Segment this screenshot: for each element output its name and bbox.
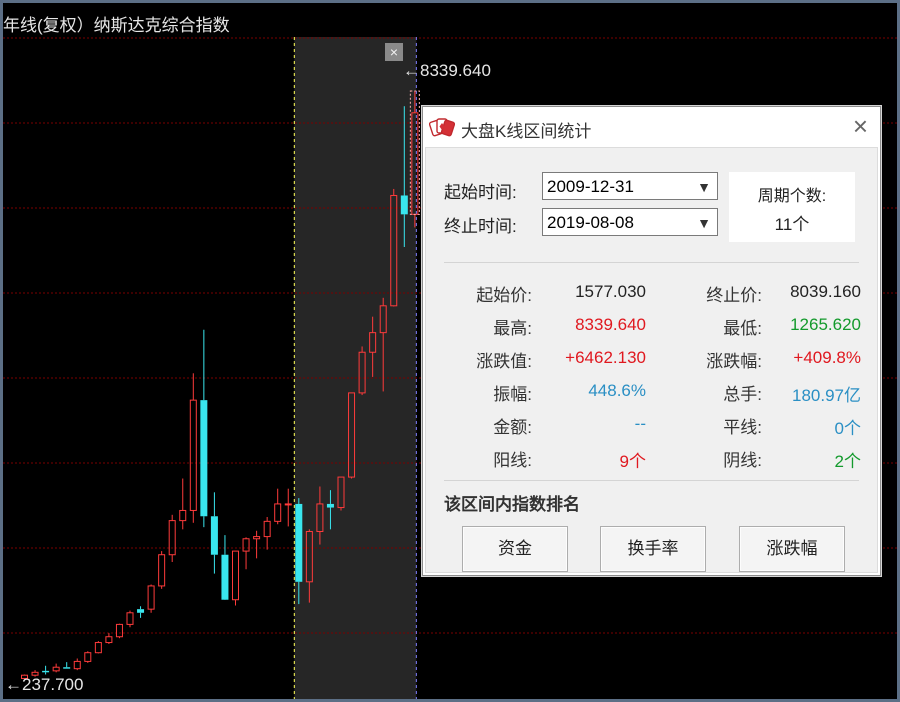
divider: [444, 480, 859, 481]
period-count-label: 周期个数:: [757, 188, 827, 205]
change-value: +6462.130: [565, 348, 646, 367]
candle-body: [158, 554, 166, 587]
candle-body: [200, 400, 208, 517]
start-price-label: 起始价:: [476, 286, 532, 305]
yang-label: 阳线:: [493, 451, 532, 470]
amplitude-value: 448.6%: [588, 381, 646, 400]
high-label: 最高:: [493, 319, 532, 338]
candle-body: [63, 667, 71, 669]
volume-value: 180.97亿: [792, 386, 861, 405]
end-price-value: 8039.160: [790, 282, 861, 301]
candle-body: [137, 609, 145, 613]
dialog-close-icon[interactable]: ×: [853, 113, 868, 139]
yin-label: 阴线:: [723, 451, 762, 470]
start-price-value: 1577.030: [575, 282, 646, 301]
low-label: 最低:: [723, 319, 762, 338]
candle-body: [179, 509, 187, 522]
candle-body: [210, 516, 218, 555]
candle-body: [263, 520, 271, 538]
period-count-value: 11个: [774, 215, 810, 234]
candle-body: [168, 520, 176, 556]
candle-body: [274, 503, 282, 522]
candle-body: [84, 652, 92, 662]
candle-body: [284, 503, 292, 506]
dialog-titlebar[interactable]: 大盘K线区间统计 ×: [423, 107, 880, 147]
cards-logo-icon: [429, 118, 455, 137]
high-price-label: ←8339.640: [403, 61, 491, 80]
chart-title: 年线(复权）纳斯达克综合指数: [3, 16, 230, 35]
chart-window: 年线(复权）纳斯达克综合指数 × ←8339.640 ←237.700 大盘K线…: [0, 0, 900, 702]
candle-body: [126, 612, 134, 625]
dialog-body: 起始时间: 2009-12-31 ▼ 终止时间: 2019-08-08 ▼ 周期…: [425, 147, 878, 573]
high-value: 8339.640: [575, 315, 646, 334]
dialog-title: 大盘K线区间统计: [461, 122, 592, 141]
candle-body: [253, 536, 261, 540]
amount-value: --: [634, 414, 646, 433]
chevron-down-icon[interactable]: ▼: [697, 179, 711, 195]
start-time-value: 2009-12-31: [547, 177, 634, 196]
candle-body: [115, 623, 123, 638]
candle-body: [94, 642, 102, 654]
candle-body: [400, 195, 408, 215]
rank-funds-button[interactable]: 资金: [462, 526, 568, 572]
candle-body: [105, 636, 113, 644]
close-range-icon[interactable]: ×: [385, 43, 403, 61]
rank-change-button[interactable]: 涨跌幅: [739, 526, 845, 572]
range-stats-dialog: 大盘K线区间统计 × 起始时间: 2009-12-31 ▼ 终止时间: 2019…: [422, 106, 881, 576]
start-time-label: 起始时间:: [444, 183, 517, 202]
chevron-down-icon[interactable]: ▼: [697, 215, 711, 231]
divider: [444, 262, 859, 263]
start-time-select[interactable]: 2009-12-31 ▼: [542, 172, 718, 200]
low-price-label: ←237.700: [5, 675, 84, 694]
period-count-box: 周期个数: 11个: [729, 172, 855, 242]
rank-section-title: 该区间内指数排名: [444, 495, 580, 514]
selected-range-area: [294, 37, 417, 699]
end-time-label: 终止时间:: [444, 217, 517, 236]
yang-value: 9个: [619, 452, 646, 471]
candle-body: [73, 660, 81, 670]
change-label: 涨跌值:: [476, 352, 532, 371]
candle-body: [42, 670, 50, 673]
candle-body: [242, 538, 250, 552]
candle-body: [147, 585, 155, 610]
candle-body: [232, 550, 239, 601]
end-time-select[interactable]: 2019-08-08 ▼: [542, 208, 718, 236]
candle-body: [295, 503, 303, 582]
end-time-value: 2019-08-08: [547, 213, 634, 232]
yin-value: 2个: [834, 452, 861, 471]
flat-label: 平线:: [723, 418, 762, 437]
amount-label: 金额:: [493, 418, 532, 437]
candle-body: [52, 666, 60, 672]
candle-body: [189, 399, 197, 511]
end-price-label: 终止价:: [706, 286, 762, 305]
amplitude-label: 振幅:: [493, 385, 532, 404]
flat-value: 0个: [834, 419, 861, 438]
candle-body: [326, 503, 334, 508]
candle-body: [221, 554, 229, 600]
low-value: 1265.620: [790, 315, 861, 334]
change-pct-label: 涨跌幅:: [706, 352, 762, 371]
change-pct-value: +409.8%: [793, 348, 861, 367]
volume-label: 总手:: [723, 385, 762, 404]
rank-turnover-button[interactable]: 换手率: [600, 526, 706, 572]
